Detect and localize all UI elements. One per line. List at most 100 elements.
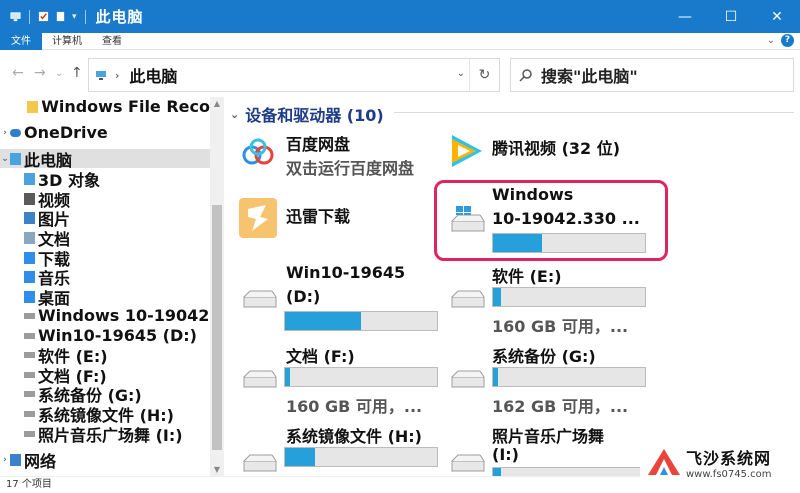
back-arrow-icon[interactable]: ← xyxy=(12,65,24,81)
group-header[interactable]: ⌄ 设备和驱动器 (10) xyxy=(230,102,384,126)
watermark-title: 飞沙系统网 xyxy=(686,448,772,468)
recent-locations-icon[interactable]: ⌄ xyxy=(55,68,63,79)
collapse-chevron-icon[interactable]: ⌄ xyxy=(230,108,239,121)
up-arrow-icon[interactable]: ↑ xyxy=(71,65,83,81)
window-title: 此电脑 xyxy=(95,8,144,26)
navigation-pane-scrollbar[interactable]: ▲ ▼ xyxy=(210,97,224,476)
sidebar-item[interactable]: 照片音乐广场舞 (I:) xyxy=(0,424,210,445)
navigation-bar: ← → ⌄ ↑ › 此电脑 ⌄ ↻ 搜索"此电脑" xyxy=(0,51,800,97)
customize-toolbar-icon[interactable]: ▾ xyxy=(72,12,77,22)
cloud-icon xyxy=(10,128,21,137)
sidebar-item[interactable]: 视频 xyxy=(0,189,210,210)
app-name: 腾讯视频 (32 位) xyxy=(492,139,621,158)
drive-tile-h[interactable]: 系统镜像文件 (H:) xyxy=(238,423,444,475)
drive-icon xyxy=(243,290,277,308)
baidu-netdisk-icon xyxy=(242,138,274,165)
scroll-thumb[interactable] xyxy=(212,205,222,450)
drive-icon xyxy=(24,332,35,339)
watermark-url: www.fs0745.com xyxy=(686,468,772,480)
watermark: 飞沙系统网 www.fs0745.com xyxy=(640,444,800,480)
search-icon xyxy=(519,69,532,82)
toolbar-separator xyxy=(84,9,86,24)
drive-usage-bar xyxy=(284,367,438,387)
drive-icon xyxy=(24,351,35,358)
highlight-frame xyxy=(434,180,668,261)
tencent-video-icon xyxy=(452,135,482,167)
drive-icon xyxy=(24,312,35,319)
drive-name-line2: (I:) xyxy=(492,445,519,464)
drive-usage-fill xyxy=(493,368,498,386)
address-bar[interactable]: › 此电脑 ⌄ ↻ xyxy=(88,58,500,92)
drive-icon xyxy=(24,371,35,378)
3d-objects-icon xyxy=(24,172,35,185)
sidebar-item[interactable]: 系统备份 (G:) xyxy=(0,384,210,405)
network-icon xyxy=(10,453,21,466)
ribbon-tabs: 文件 计算机 查看 ⌄ ? xyxy=(0,32,800,50)
expand-chevron-icon[interactable]: › xyxy=(0,128,10,138)
sidebar-item[interactable]: 下载 xyxy=(0,248,210,269)
drive-icon xyxy=(451,454,485,472)
address-dropdown-icon[interactable]: ⌄ xyxy=(457,68,465,79)
help-icon[interactable]: ? xyxy=(781,34,794,47)
sidebar-item[interactable]: 系统镜像文件 (H:) xyxy=(0,404,210,425)
tab-file[interactable]: 文件 xyxy=(0,32,42,50)
pictures-folder-icon xyxy=(24,211,35,224)
close-button[interactable]: ✕ xyxy=(754,0,800,33)
sidebar-item[interactable]: Windows File Reco xyxy=(0,97,210,116)
drive-name: 文档 (F:) xyxy=(286,347,355,366)
ribbon-right-controls: ⌄ ? xyxy=(767,34,794,47)
desktop-folder-icon xyxy=(24,290,35,303)
maximize-button[interactable]: ☐ xyxy=(708,0,754,33)
expand-chevron-icon[interactable]: ⌄ xyxy=(0,154,10,164)
sidebar-item[interactable]: 图片 xyxy=(0,208,210,229)
quick-access-toolbar: ▾ xyxy=(0,9,88,24)
sidebar-item[interactable]: 音乐 xyxy=(0,267,210,288)
sidebar-item[interactable]: Windows 10-19042 xyxy=(0,306,210,325)
sidebar-item-label: 照片音乐广场舞 (I:) xyxy=(38,425,183,445)
drive-free-space: 160 GB 可用，... xyxy=(492,317,629,336)
address-text[interactable]: 此电脑 xyxy=(129,63,177,87)
forward-arrow-icon[interactable]: → xyxy=(34,65,46,81)
app-tile-xunlei[interactable]: 迅雷下载 xyxy=(238,197,428,241)
app-tile-tencent-video[interactable]: 腾讯视频 (32 位) xyxy=(446,131,656,175)
sidebar-item[interactable]: 软件 (E:) xyxy=(0,345,210,366)
drive-tile-d[interactable]: Win10-19645 (D:) xyxy=(238,263,444,335)
drive-tile-e[interactable]: 软件 (E:) 160 GB 可用，... xyxy=(446,263,660,336)
tab-view[interactable]: 查看 xyxy=(92,33,132,50)
sidebar-item-label: 网络 xyxy=(24,451,57,471)
minimize-button[interactable]: — xyxy=(662,0,708,33)
search-box[interactable]: 搜索"此电脑" xyxy=(510,58,794,92)
sidebar-item[interactable]: 3D 对象 xyxy=(0,169,210,190)
search-input[interactable]: 搜索"此电脑" xyxy=(541,63,638,87)
drive-name: 系统备份 (G:) xyxy=(492,347,596,366)
properties-icon[interactable] xyxy=(38,11,49,22)
computer-icon xyxy=(10,12,21,22)
expand-ribbon-icon[interactable]: ⌄ xyxy=(767,35,775,46)
drive-name: 软件 (E:) xyxy=(492,267,562,286)
drive-usage-bar xyxy=(284,311,438,331)
scroll-down-icon[interactable]: ▼ xyxy=(210,465,224,474)
app-tile-baidu[interactable]: 百度网盘 双击运行百度网盘 xyxy=(234,131,434,178)
tab-computer[interactable]: 计算机 xyxy=(42,33,92,50)
scroll-up-icon[interactable]: ▲ xyxy=(210,99,224,108)
sidebar-item[interactable]: › 网络 xyxy=(0,450,210,471)
address-chevron-icon[interactable]: › xyxy=(115,69,119,82)
video-folder-icon xyxy=(24,192,35,205)
sidebar-item-label: Windows File Reco xyxy=(41,97,210,116)
sidebar-item[interactable]: ⌄ 此电脑 xyxy=(0,149,210,170)
sidebar-item-label: 桌面 xyxy=(38,288,71,308)
drive-icon xyxy=(24,430,35,437)
drive-icon xyxy=(451,290,485,308)
sidebar-item[interactable]: 文档 xyxy=(0,228,210,249)
refresh-button[interactable]: ↻ xyxy=(469,59,499,91)
drive-tile-f[interactable]: 文档 (F:) 160 GB 可用，... xyxy=(238,343,444,416)
drive-usage-fill xyxy=(493,288,501,306)
drive-tile-g[interactable]: 系统备份 (G:) 162 GB 可用，... xyxy=(446,343,660,416)
expand-chevron-icon[interactable]: › xyxy=(0,455,10,465)
sidebar-item[interactable]: › OneDrive xyxy=(0,123,210,142)
sidebar-item-label: OneDrive xyxy=(24,123,108,142)
new-folder-icon[interactable] xyxy=(55,11,66,22)
drive-tile-i[interactable]: 照片音乐广场舞 (I:) xyxy=(446,423,660,476)
sidebar-item[interactable]: 桌面 xyxy=(0,287,210,308)
item-count: 17 个项目 xyxy=(6,479,52,490)
